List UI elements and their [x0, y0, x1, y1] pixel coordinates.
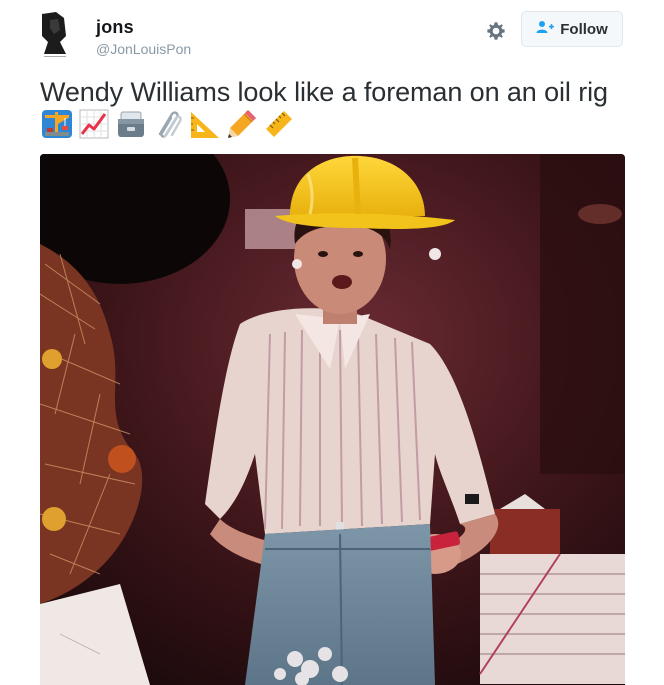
construction-crane-icon	[42, 110, 72, 138]
tweet-card: jons @JonLouisPon Follow Wendy Williams …	[0, 0, 664, 685]
straight-ruler-icon	[266, 111, 292, 137]
tweet-text: Wendy Williams look like a foreman on an…	[40, 77, 608, 107]
follow-button-label: Follow	[560, 20, 608, 38]
tweet-photo[interactable]	[40, 154, 625, 685]
follow-button[interactable]: Follow	[521, 11, 623, 47]
card-file-box-icon	[118, 111, 144, 137]
author-handle[interactable]: @JonLouisPon	[96, 41, 191, 57]
author-display-name[interactable]: jons	[96, 17, 134, 38]
triangular-ruler-icon	[191, 112, 219, 138]
pencil-icon	[228, 110, 256, 138]
paperclips-icon	[158, 111, 182, 138]
add-user-icon	[536, 20, 555, 39]
avatar[interactable]	[36, 10, 74, 60]
chart-increasing-icon	[79, 109, 109, 139]
gear-icon[interactable]	[482, 17, 510, 45]
emoji-row	[41, 108, 295, 144]
